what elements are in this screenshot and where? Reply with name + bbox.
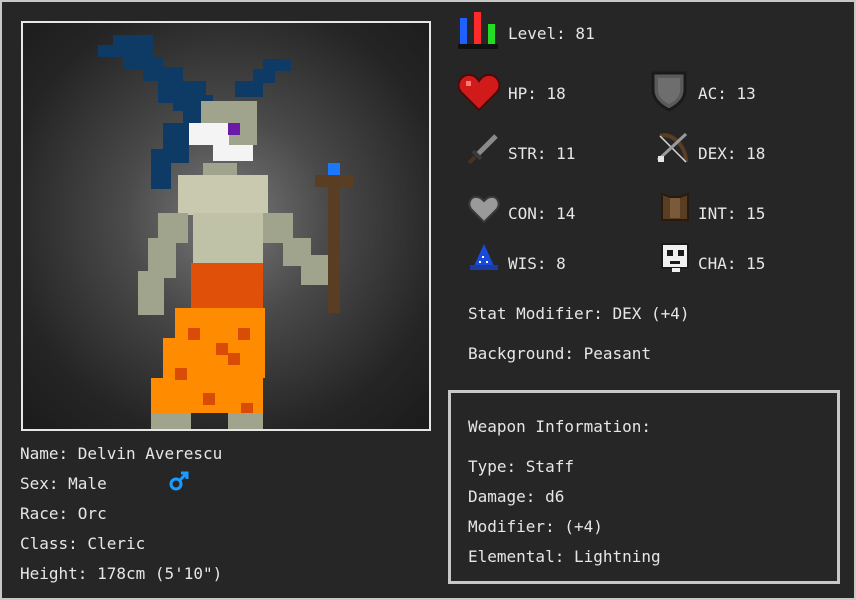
shield-icon [651,71,687,112]
skull-face-icon [661,243,689,272]
cha-value: CHA: 15 [698,254,766,273]
con-value: CON: 14 [508,204,576,223]
character-sheet: Name: Delvin Averescu Sex: Male Race: Or… [2,2,854,598]
heart-icon [458,73,500,112]
male-symbol-icon [169,471,189,491]
staff [315,163,353,313]
character-race: Race: Orc [20,504,107,523]
weapon-heading: Weapon Information: [468,417,652,436]
character-sex: Sex: Male [20,474,107,493]
character-portrait [21,21,431,431]
weapon-damage: Damage: d6 [468,487,565,506]
character-name: Name: Delvin Averescu [20,444,223,463]
weapon-elemental: Elemental: Lightning [468,547,661,566]
wizard-hat-icon [470,244,498,270]
level-value: Level: 81 [508,24,595,43]
bow-icon [656,132,688,163]
dex-value: DEX: 18 [698,144,766,163]
grey-heart-icon [468,195,500,224]
weapon-type: Type: Staff [468,457,574,476]
weapon-modifier: Modifier: (+4) [468,517,603,536]
eye [228,123,240,135]
wizard-hat [98,35,291,189]
background: Background: Peasant [468,344,652,363]
int-value: INT: 15 [698,204,766,223]
level-bars-icon [458,12,498,49]
ac-value: AC: 13 [698,84,756,103]
stat-modifier: Stat Modifier: DEX (+4) [468,304,690,323]
wis-value: WIS: 8 [508,254,566,273]
hp-value: HP: 18 [508,84,566,103]
str-value: STR: 11 [508,144,576,163]
weapon-info-panel: Weapon Information: Type: Staff Damage: … [448,390,840,584]
armor-icon [661,192,689,221]
sword-icon [467,134,498,165]
character-class: Class: Cleric [20,534,146,553]
character-height: Height: 178cm (5'10") [20,564,223,583]
character-sprite [98,35,353,429]
